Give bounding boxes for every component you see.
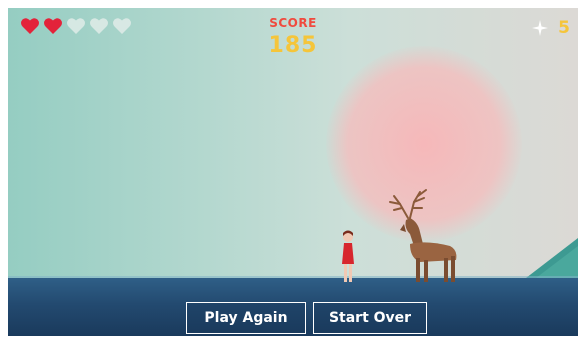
coin-count: 5 — [558, 18, 570, 38]
score-label: SCORE — [269, 16, 317, 30]
deer — [389, 189, 457, 282]
game-canvas: SCORE 185 5 Play Again Start Over — [8, 8, 578, 336]
play-again-button[interactable]: Play Again — [186, 302, 306, 334]
start-over-button[interactable]: Start Over — [313, 302, 427, 334]
score-value: 185 — [268, 33, 318, 58]
hill-slope — [526, 238, 578, 278]
hud: SCORE 185 5 — [8, 8, 578, 60]
game-over-buttons: Play Again Start Over — [8, 302, 578, 336]
sparkle-icon — [532, 20, 548, 36]
player-character — [342, 230, 354, 282]
screen: SCORE 185 5 Play Again Start Over — [0, 0, 578, 338]
